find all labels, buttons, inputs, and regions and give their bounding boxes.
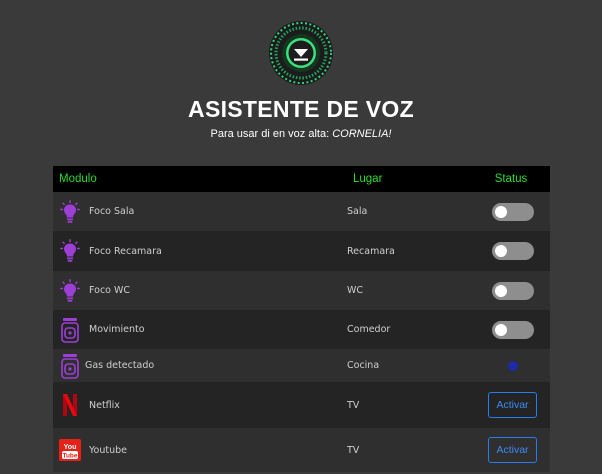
- module-place: Sala: [347, 206, 368, 217]
- table-row: You Tube Youtube TV Activar: [53, 428, 550, 472]
- gas-sensor-icon: [59, 353, 81, 379]
- lightbulb-icon: [59, 278, 81, 304]
- foco-sala-toggle[interactable]: [491, 202, 534, 221]
- module-name: Movimiento: [89, 324, 145, 335]
- column-header-modulo: Modulo: [59, 173, 97, 185]
- page-subtitle: Para usar di en voz alta: CORNELIA!: [0, 128, 602, 140]
- module-name: Netflix: [89, 399, 120, 411]
- toggle-knob: [494, 323, 507, 336]
- modules-table: Modulo Lugar Status Foco Sala Sala Foco …: [53, 166, 550, 472]
- netflix-activar-button[interactable]: Activar: [488, 392, 537, 418]
- motion-sensor-icon: [59, 317, 81, 343]
- toggle-knob: [494, 205, 507, 218]
- module-name: Foco Sala: [89, 206, 135, 217]
- table-header: Modulo Lugar Status: [53, 166, 550, 192]
- module-name: Foco WC: [89, 285, 131, 296]
- module-name: Youtube: [89, 444, 127, 456]
- module-place: Recamara: [347, 245, 395, 257]
- table-row: Foco WC WC: [53, 271, 550, 310]
- voice-assistant-logo: [269, 21, 333, 85]
- lightbulb-icon: [59, 238, 81, 264]
- subtitle-text: Para usar di en voz alta:: [210, 128, 333, 140]
- column-header-status: Status: [494, 173, 528, 185]
- foco-wc-toggle[interactable]: [491, 281, 534, 300]
- module-name: Gas detectado: [85, 360, 155, 371]
- module-name: Foco Recamara: [89, 245, 162, 257]
- foco-recamara-toggle[interactable]: [491, 242, 534, 260]
- toggle-knob: [494, 245, 507, 257]
- youtube-icon: You Tube: [59, 437, 81, 463]
- svg-text:You: You: [64, 444, 77, 451]
- svg-text:Tube: Tube: [62, 453, 77, 460]
- table-row: Netflix TV Activar: [53, 382, 550, 428]
- netflix-icon: [59, 392, 81, 418]
- column-header-lugar: Lugar: [353, 173, 383, 185]
- lightbulb-icon: [59, 199, 81, 225]
- wake-word: CORNELIA!: [332, 128, 392, 140]
- toggle-knob: [494, 284, 507, 297]
- table-row: Foco Recamara Recamara: [53, 231, 550, 271]
- module-place: Comedor: [347, 324, 391, 335]
- movimiento-toggle[interactable]: [491, 320, 534, 339]
- table-row: Movimiento Comedor: [53, 310, 550, 349]
- youtube-activar-button[interactable]: Activar: [488, 437, 537, 463]
- module-place: WC: [347, 285, 364, 296]
- module-place: Cocina: [347, 360, 380, 371]
- module-place: TV: [347, 399, 360, 411]
- table-row: Gas detectado Cocina: [53, 349, 550, 382]
- gas-status-indicator: [507, 360, 518, 371]
- table-row: Foco Sala Sala: [53, 192, 550, 231]
- module-place: TV: [347, 444, 360, 456]
- page-title: ASISTENTE DE VOZ: [188, 96, 414, 122]
